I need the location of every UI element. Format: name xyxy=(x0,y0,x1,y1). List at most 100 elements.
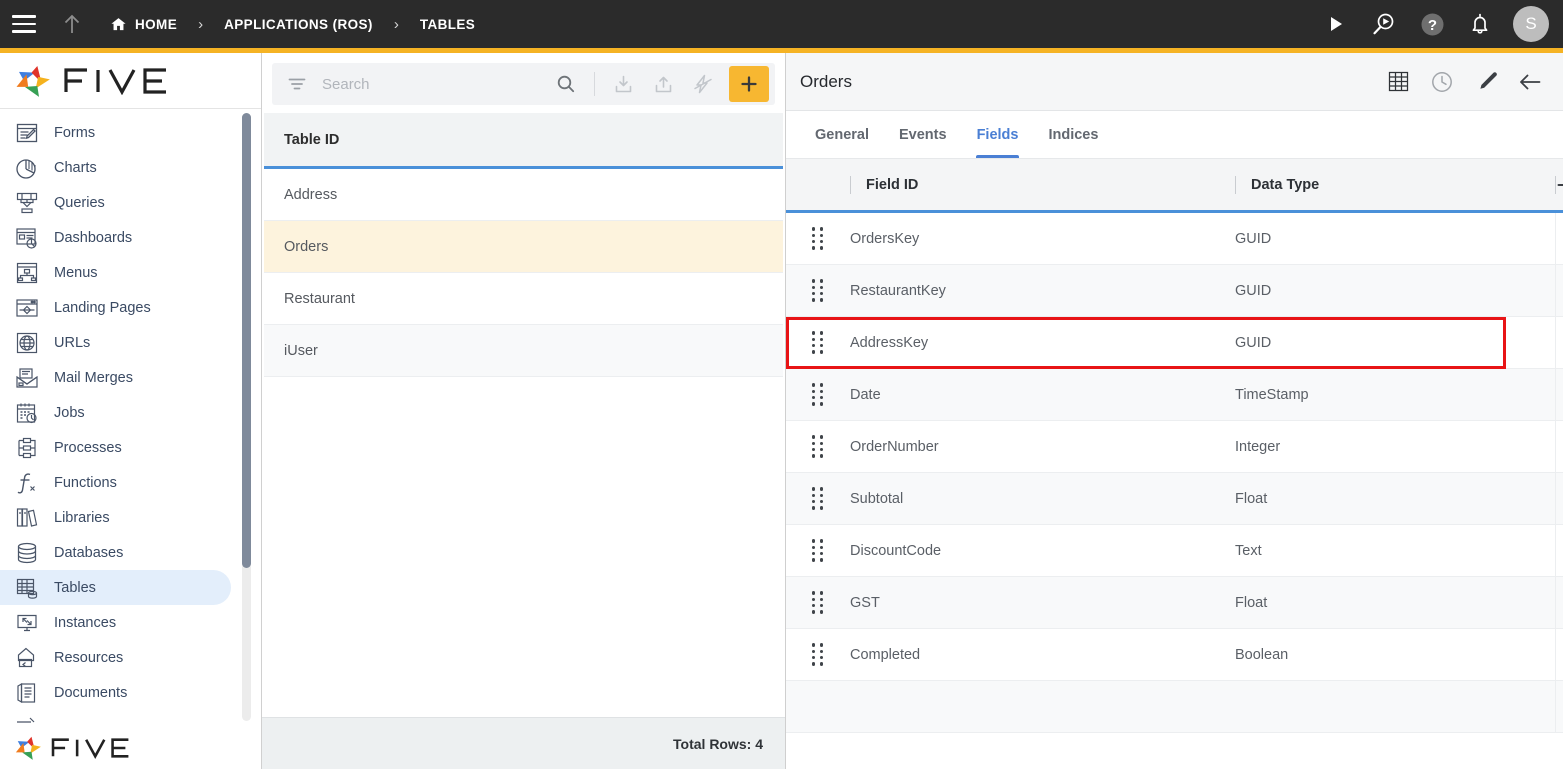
detail-title: Orders xyxy=(800,71,852,91)
resources-icon xyxy=(14,645,40,671)
table-row[interactable]: DiscountCode Text xyxy=(786,525,1563,577)
list-item-address[interactable]: Address xyxy=(264,169,783,221)
sidebar-item-resources[interactable]: Resources xyxy=(0,640,231,675)
table-detail-panel: Orders General Events Fields Indices Fie… xyxy=(786,53,1563,769)
drag-handle-icon[interactable] xyxy=(786,487,850,510)
search-input[interactable] xyxy=(316,75,543,93)
landing-pages-icon xyxy=(14,295,40,321)
sidebar-logo[interactable] xyxy=(0,53,261,109)
drag-handle-icon[interactable] xyxy=(786,383,850,406)
list-footer: Total Rows: 4 xyxy=(262,717,785,769)
total-rows-label: Total Rows: 4 xyxy=(673,735,763,752)
drag-handle-icon[interactable] xyxy=(786,279,850,302)
tab-general[interactable]: General xyxy=(800,112,884,158)
table-row[interactable]: GST Float xyxy=(786,577,1563,629)
detail-header: Orders xyxy=(786,53,1563,111)
mail-merges-icon xyxy=(14,365,40,391)
cell-actions[interactable] xyxy=(1555,265,1563,316)
cell-field-id: AddressKey xyxy=(850,334,929,351)
sidebar-item-tables[interactable]: Tables xyxy=(0,570,231,605)
edit-pencil-icon[interactable] xyxy=(1471,67,1501,97)
table-row[interactable]: Date TimeStamp xyxy=(786,369,1563,421)
sidebar-item-functions[interactable]: Functions xyxy=(0,465,231,500)
sidebar-item-instances[interactable]: Instances xyxy=(0,605,231,640)
table-row-highlighted[interactable]: AddressKey GUID xyxy=(786,317,1563,369)
grid-table-icon[interactable] xyxy=(1383,67,1413,97)
drag-handle-icon[interactable] xyxy=(786,643,850,666)
search-icon[interactable] xyxy=(549,67,583,101)
notifications-bell-icon[interactable] xyxy=(1457,0,1503,48)
back-arrow-icon[interactable] xyxy=(1515,67,1545,97)
sidebar-label: Menus xyxy=(54,264,98,281)
sidebar: Forms Charts Queries Dashboards Menus La… xyxy=(0,53,262,769)
sidebar-label: Charts xyxy=(54,159,97,176)
cell-actions[interactable] xyxy=(1555,421,1563,472)
history-clock-icon[interactable] xyxy=(1427,67,1457,97)
sidebar-item-landing-pages[interactable]: Landing Pages xyxy=(0,290,231,325)
list-item-iuser[interactable]: iUser xyxy=(264,325,783,377)
list-item-restaurant[interactable]: Restaurant xyxy=(264,273,783,325)
flash-icon[interactable] xyxy=(686,67,720,101)
sidebar-item-queries[interactable]: Queries xyxy=(0,185,231,220)
hamburger-menu-icon[interactable] xyxy=(0,0,48,48)
drag-handle-icon[interactable] xyxy=(786,435,850,458)
cell-actions[interactable] xyxy=(1555,629,1563,680)
breadcrumb-item-tables[interactable]: TABLES xyxy=(416,17,479,32)
sidebar-item-dashboards[interactable]: Dashboards xyxy=(0,220,231,255)
app-root: HOME › APPLICATIONS (ROS) › TABLES ? S F… xyxy=(0,0,1563,769)
sidebar-item-urls[interactable]: URLs xyxy=(0,325,231,360)
column-header-data-type[interactable]: Data Type xyxy=(1235,159,1555,210)
sidebar-item-jobs[interactable]: Jobs xyxy=(0,395,231,430)
cell-actions[interactable] xyxy=(1555,525,1563,576)
list-item-orders[interactable]: Orders xyxy=(264,221,783,273)
export-icon[interactable] xyxy=(646,67,680,101)
drag-handle-icon[interactable] xyxy=(786,591,850,614)
avatar[interactable]: S xyxy=(1513,6,1549,42)
sidebar-item-processes[interactable]: Processes xyxy=(0,430,231,465)
sidebar-scrollbar-thumb[interactable] xyxy=(242,113,251,568)
table-row[interactable]: Subtotal Float xyxy=(786,473,1563,525)
cell-actions[interactable] xyxy=(1555,369,1563,420)
run-icon[interactable] xyxy=(1313,0,1359,48)
drag-handle-icon[interactable] xyxy=(786,331,850,354)
sidebar-item-menus[interactable]: Menus xyxy=(0,255,231,290)
breadcrumb-item-home[interactable]: HOME xyxy=(106,16,181,33)
cell-actions[interactable] xyxy=(1555,473,1563,524)
sidebar-label: Libraries xyxy=(54,509,110,526)
debug-run-icon[interactable] xyxy=(1361,0,1407,48)
sidebar-item-documents[interactable]: Documents xyxy=(0,675,231,710)
filter-icon[interactable] xyxy=(284,71,310,97)
tab-events[interactable]: Events xyxy=(884,112,962,158)
sidebar-item-mail-merges[interactable]: Mail Merges xyxy=(0,360,231,395)
help-icon[interactable]: ? xyxy=(1409,0,1455,48)
cell-actions[interactable] xyxy=(1555,213,1563,264)
sidebar-scrollbar-track[interactable] xyxy=(242,113,251,721)
sidebar-item-charts[interactable]: Charts xyxy=(0,150,231,185)
cell-actions[interactable] xyxy=(1555,577,1563,628)
tab-fields[interactable]: Fields xyxy=(962,112,1034,158)
drag-handle-icon[interactable] xyxy=(786,539,850,562)
table-row[interactable]: Completed Boolean xyxy=(786,629,1563,681)
sidebar-label: Landing Pages xyxy=(54,299,151,316)
sidebar-nav: Forms Charts Queries Dashboards Menus La… xyxy=(0,109,261,725)
detail-tabs: General Events Fields Indices xyxy=(786,111,1563,159)
cell-actions[interactable] xyxy=(1555,317,1563,368)
sidebar-item-databases[interactable]: Databases xyxy=(0,535,231,570)
table-row[interactable]: OrdersKey GUID xyxy=(786,213,1563,265)
import-icon[interactable] xyxy=(606,67,640,101)
tab-indices[interactable]: Indices xyxy=(1033,112,1113,158)
add-field-icon[interactable] xyxy=(1555,159,1563,210)
add-table-button[interactable] xyxy=(729,66,769,102)
cell-data-type: Text xyxy=(1235,542,1262,559)
sidebar-item-libraries[interactable]: Libraries xyxy=(0,500,231,535)
sidebar-item-forms[interactable]: Forms xyxy=(0,115,231,150)
drag-handle-icon[interactable] xyxy=(786,227,850,250)
table-row[interactable]: OrderNumber Integer xyxy=(786,421,1563,473)
table-row[interactable]: RestaurantKey GUID xyxy=(786,265,1563,317)
column-header-field-id[interactable]: Field ID xyxy=(850,159,1235,210)
svg-text:?: ? xyxy=(1427,17,1436,34)
breadcrumb-item-applications[interactable]: APPLICATIONS (ROS) xyxy=(220,17,377,32)
sidebar-item-partial[interactable] xyxy=(0,710,231,725)
sidebar-label: Functions xyxy=(54,474,117,491)
arrow-up-icon[interactable] xyxy=(48,0,96,48)
